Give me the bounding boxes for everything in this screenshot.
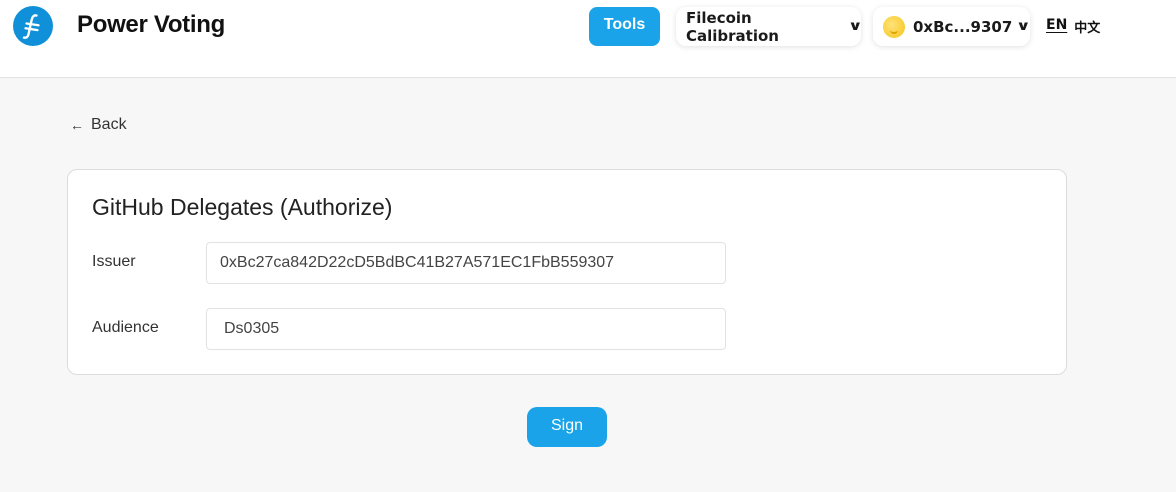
tools-button[interactable]: Tools xyxy=(589,7,660,46)
app-title[interactable]: Power Voting xyxy=(77,11,225,39)
wallet-button[interactable]: 0xBc...9307 ∨ xyxy=(873,7,1031,46)
back-label: Back xyxy=(91,116,127,133)
chevron-down-icon: ∨ xyxy=(848,19,864,34)
audience-input[interactable] xyxy=(206,308,726,350)
lang-en-option[interactable]: EN xyxy=(1046,17,1067,36)
language-switcher: EN 中文 xyxy=(1046,17,1100,36)
issuer-input[interactable] xyxy=(206,242,726,284)
audience-label: Audience xyxy=(92,319,159,336)
issuer-label: Issuer xyxy=(92,253,136,270)
wallet-address: 0xBc...9307 xyxy=(913,17,1013,36)
network-selector[interactable]: Filecoin Calibration ∨ xyxy=(676,7,864,46)
lang-zh-option[interactable]: 中文 xyxy=(1074,17,1100,36)
chevron-down-icon: ∨ xyxy=(1016,19,1031,34)
network-label: Filecoin Calibration xyxy=(686,8,779,45)
back-link[interactable]: ← Back xyxy=(70,116,127,134)
arrow-left-icon: ← xyxy=(70,117,84,133)
sign-button[interactable]: Sign xyxy=(527,407,607,447)
top-navbar: Power Voting Tools Filecoin Calibration … xyxy=(0,0,1176,78)
avatar xyxy=(883,15,905,38)
filecoin-logo-icon[interactable] xyxy=(13,6,53,46)
card-title: GitHub Delegates (Authorize) xyxy=(92,194,393,220)
authorize-card: GitHub Delegates (Authorize) Issuer Audi… xyxy=(67,169,1067,375)
